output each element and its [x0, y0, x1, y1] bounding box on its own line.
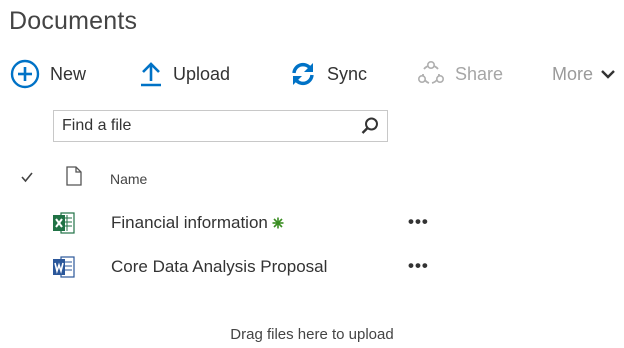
new-button[interactable]: New: [10, 56, 86, 92]
file-name-link[interactable]: Core Data Analysis Proposal: [111, 257, 327, 277]
page-title: Documents: [9, 7, 138, 35]
share-icon: [417, 60, 445, 88]
new-file-marker-icon: [272, 214, 284, 234]
select-all-checkmark-icon[interactable]: [20, 170, 34, 189]
file-name: Core Data Analysis Proposal: [111, 257, 328, 276]
upload-label: Upload: [173, 63, 231, 84]
more-actions-button[interactable]: •••: [408, 212, 429, 232]
share-label: Share: [455, 63, 504, 84]
word-file-icon: [53, 255, 75, 284]
more-button[interactable]: More: [552, 56, 615, 92]
search-icon[interactable]: [360, 116, 380, 141]
upload-button[interactable]: Upload: [139, 56, 230, 92]
file-name-link[interactable]: Financial information: [111, 213, 284, 234]
upload-arrow-icon: [139, 61, 163, 87]
sync-button[interactable]: Sync: [289, 56, 367, 92]
list-item[interactable]: Financial information •••: [0, 204, 624, 244]
name-column-header[interactable]: Name: [110, 171, 147, 187]
file-name: Financial information: [111, 213, 268, 232]
more-actions-button[interactable]: •••: [408, 256, 429, 276]
plus-circle-icon: [10, 59, 40, 89]
file-type-header-icon: [66, 166, 82, 191]
share-button[interactable]: Share: [417, 56, 503, 92]
new-label: New: [50, 63, 87, 84]
drop-zone-hint: Drag files here to upload: [230, 326, 394, 343]
sync-icon: [289, 60, 317, 88]
list-item[interactable]: Core Data Analysis Proposal •••: [0, 248, 624, 288]
sync-label: Sync: [327, 63, 368, 84]
more-label: More: [552, 63, 594, 84]
search-input[interactable]: [54, 111, 352, 141]
list-header: Name: [0, 160, 624, 200]
search-box: [53, 110, 388, 142]
command-bar: New Upload Sync Share More: [0, 56, 624, 96]
chevron-down-icon: [601, 69, 615, 79]
excel-file-icon: [53, 211, 75, 240]
